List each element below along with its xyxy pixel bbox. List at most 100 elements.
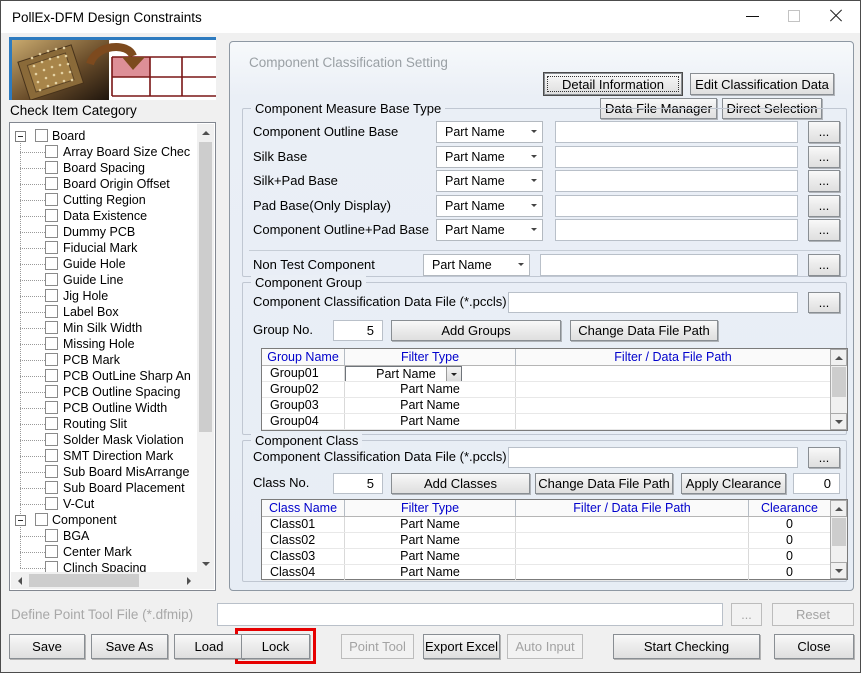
class-change-data-file-path-button[interactable]: Change Data File Path (535, 473, 673, 494)
tree-checkbox[interactable] (45, 433, 58, 446)
tree-item-pcb-outline-width[interactable]: PCB Outline Width (11, 400, 197, 416)
tree-item-sub-board-placement[interactable]: Sub Board Placement (11, 480, 197, 496)
group-data-file-field[interactable] (508, 292, 798, 313)
tree-checkbox[interactable] (45, 193, 58, 206)
arrow-left-icon[interactable] (11, 572, 28, 589)
table-row[interactable]: Class04Part Name0 (262, 565, 830, 581)
tree-item-data-existence[interactable]: Data Existence (11, 208, 197, 224)
tree-checkbox[interactable] (45, 225, 58, 238)
measure-value-field[interactable] (555, 170, 798, 192)
apply-clearance-button[interactable]: Apply Clearance (681, 473, 786, 494)
measure-filter-dropdown[interactable]: Part Name (436, 146, 543, 168)
tree-item-pcb-outline-spacing[interactable]: PCB Outline Spacing (11, 384, 197, 400)
arrow-down-icon[interactable] (830, 413, 847, 430)
scrollbar-thumb[interactable] (832, 518, 846, 546)
close-button[interactable] (816, 1, 856, 31)
group-browse-button[interactable]: ... (808, 292, 840, 313)
table-row[interactable]: Class01Part Name0 (262, 517, 830, 533)
class-browse-button[interactable]: ... (808, 447, 840, 468)
group-no-field[interactable]: 5 (333, 320, 383, 341)
tree-checkbox[interactable] (45, 337, 58, 350)
tree-checkbox[interactable] (45, 449, 58, 462)
start-checking-button[interactable]: Start Checking (613, 634, 760, 659)
table-row[interactable]: Group02Part Name (262, 382, 830, 398)
export-excel-button[interactable]: Export Excel (423, 634, 500, 659)
arrow-down-icon[interactable] (830, 562, 847, 579)
measure-browse-button[interactable]: ... (808, 146, 840, 168)
column-header[interactable]: Filter Type (345, 349, 516, 365)
measure-browse-button[interactable]: ... (808, 170, 840, 192)
arrow-right-icon[interactable] (180, 572, 197, 589)
tree-item-clinch-spacing[interactable]: Clinch Spacing (11, 560, 197, 572)
arrow-up-icon[interactable] (830, 349, 847, 366)
lock-button[interactable]: Lock (241, 634, 310, 659)
tree-item-center-mark[interactable]: Center Mark (11, 544, 197, 560)
tree-checkbox[interactable] (45, 497, 58, 510)
tree-item-pcb-mark[interactable]: PCB Mark (11, 352, 197, 368)
scrollbar-thumb[interactable] (199, 142, 212, 432)
tree-checkbox[interactable] (45, 161, 58, 174)
tree-item-board[interactable]: Board (11, 128, 197, 144)
add-classes-button[interactable]: Add Classes (391, 473, 530, 494)
tree-checkbox[interactable] (45, 369, 58, 382)
measure-value-field[interactable] (555, 195, 798, 217)
add-groups-button[interactable]: Add Groups (391, 320, 561, 341)
tree-checkbox[interactable] (45, 289, 58, 302)
arrow-up-icon[interactable] (197, 124, 214, 141)
table-row[interactable]: Class03Part Name0 (262, 549, 830, 565)
measure-value-field[interactable] (555, 219, 798, 241)
class-no-field[interactable]: 5 (333, 473, 383, 494)
tree-item-component[interactable]: Component (11, 512, 197, 528)
column-header[interactable]: Filter / Data File Path (516, 500, 749, 516)
tree-item-solder-mask-violation[interactable]: Solder Mask Violation (11, 432, 197, 448)
tree-checkbox[interactable] (45, 321, 58, 334)
tree-checkbox[interactable] (45, 257, 58, 270)
tree-item-board-origin-offset[interactable]: Board Origin Offset (11, 176, 197, 192)
tree-item-board-spacing[interactable]: Board Spacing (11, 160, 197, 176)
apply-clearance-field[interactable]: 0 (793, 473, 840, 494)
tree-checkbox[interactable] (45, 465, 58, 478)
measure-filter-dropdown[interactable]: Part Name (436, 121, 543, 143)
save-as-button[interactable]: Save As (91, 634, 168, 659)
table-row[interactable]: Group04Part Name (262, 414, 830, 430)
measure-browse-button[interactable]: ... (808, 219, 840, 241)
minimize-button[interactable] (732, 1, 772, 31)
filter-type-dropdown[interactable]: Part Name (345, 366, 462, 381)
tree-checkbox[interactable] (35, 513, 48, 526)
tree-item-fiducial-mark[interactable]: Fiducial Mark (11, 240, 197, 256)
tree-vertical-scrollbar[interactable] (197, 124, 214, 572)
tree-checkbox[interactable] (45, 481, 58, 494)
column-header[interactable]: Class Name (262, 500, 345, 516)
load-button[interactable]: Load (174, 634, 244, 659)
scrollbar-thumb[interactable] (29, 574, 139, 587)
column-header[interactable]: Group Name (262, 349, 345, 365)
measure-browse-button[interactable]: ... (808, 121, 840, 143)
column-header[interactable]: Filter Type (345, 500, 516, 516)
minus-box-icon[interactable] (15, 131, 26, 142)
tree-item-pcb-outline-sharp-an[interactable]: PCB OutLine Sharp An (11, 368, 197, 384)
tree-checkbox[interactable] (45, 417, 58, 430)
tree-checkbox[interactable] (45, 273, 58, 286)
define-point-tool-file-field[interactable] (217, 603, 723, 626)
tree-item-label-box[interactable]: Label Box (11, 304, 197, 320)
table-row[interactable]: Group03Part Name (262, 398, 830, 414)
measure-browse-button[interactable]: ... (808, 195, 840, 217)
arrow-down-icon[interactable] (197, 555, 214, 572)
close-button[interactable]: Close (774, 634, 854, 659)
non-test-filter-dropdown[interactable]: Part Name (423, 254, 530, 276)
tree-item-v-cut[interactable]: V-Cut (11, 496, 197, 512)
non-test-value-field[interactable] (540, 254, 798, 276)
tree-item-routing-slit[interactable]: Routing Slit (11, 416, 197, 432)
tree-checkbox[interactable] (45, 561, 58, 572)
save-button[interactable]: Save (9, 634, 85, 659)
tree-checkbox[interactable] (45, 305, 58, 318)
table-row[interactable]: Group01Part Name (262, 366, 830, 382)
group-table-scrollbar[interactable] (830, 349, 847, 430)
tree-item-jig-hole[interactable]: Jig Hole (11, 288, 197, 304)
measure-value-field[interactable] (555, 121, 798, 143)
column-header[interactable]: Filter / Data File Path (516, 349, 830, 365)
tree-item-array-board-size-chec[interactable]: Array Board Size Chec (11, 144, 197, 160)
chevron-down-icon[interactable] (446, 367, 461, 381)
tree-checkbox[interactable] (45, 529, 58, 542)
tree-item-guide-hole[interactable]: Guide Hole (11, 256, 197, 272)
